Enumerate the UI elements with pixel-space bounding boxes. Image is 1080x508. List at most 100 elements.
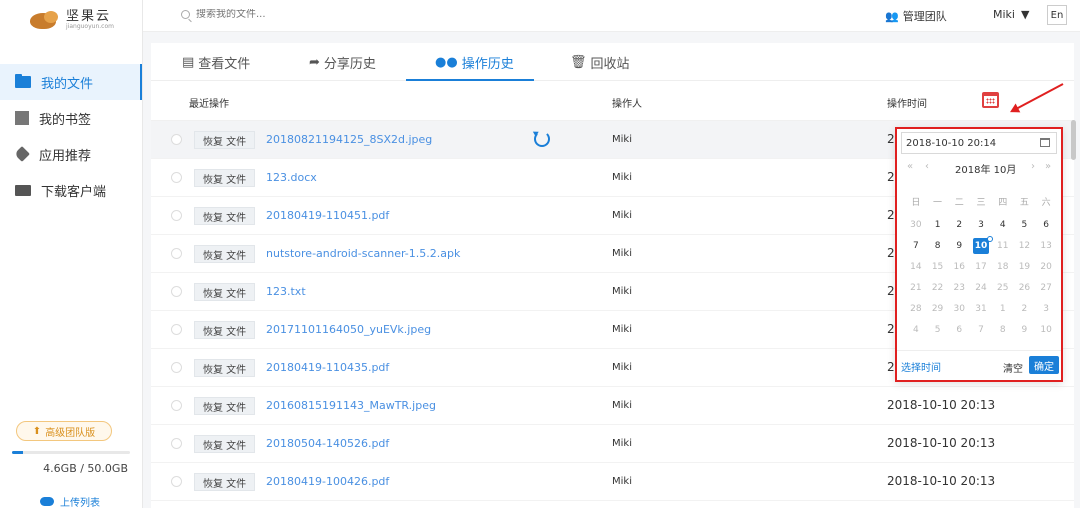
file-name-link[interactable]: 20180419-100426.pdf (266, 475, 389, 488)
day-cell: 25 (992, 280, 1014, 296)
day-number: 2 (1021, 304, 1028, 314)
user-menu[interactable]: Miki ▼ (993, 8, 1029, 21)
pro-badge-label: 高级团队版 (45, 427, 96, 439)
day-cell[interactable]: 1 (927, 217, 949, 233)
file-name-link[interactable]: 20160815191143_MawTR.jpeg (266, 399, 436, 412)
day-cell[interactable]: 5 (1014, 217, 1036, 233)
picker-header: « ‹ 2018年 10月 › » (897, 161, 1061, 177)
next-year-button[interactable]: » (1045, 161, 1051, 172)
day-number: 17 (975, 262, 987, 272)
row-select-radio[interactable] (171, 438, 182, 449)
sidebar-item-bookmarks[interactable]: 我的书签 (0, 100, 142, 136)
day-number: 11 (996, 241, 1009, 251)
search-input[interactable] (196, 9, 336, 20)
action-tag: 恢复 文件 (194, 359, 256, 377)
day-number: 9 (956, 241, 963, 251)
column-recent-action: 最近操作 (189, 99, 229, 110)
table-row[interactable]: 恢复 文件 20180419-100426.pdf Miki 2018-10-10 2… (151, 463, 1074, 501)
day-number: 10 (974, 241, 988, 251)
file-name-link[interactable]: 123.txt (266, 285, 306, 298)
manage-team-link[interactable]: 👥 管理团队 (885, 8, 947, 24)
action-tag: 恢复 文件 (194, 283, 256, 301)
pro-team-badge[interactable]: ⬆ 高级团队版 (16, 421, 112, 441)
tab-view-files[interactable]: ▤ 查看文件 (182, 43, 250, 81)
day-cell: 29 (927, 301, 949, 317)
day-number: 25 (996, 283, 1009, 293)
table-row[interactable]: 恢复 文件 20180504-140526.pdf Miki 2018-10-10 2… (151, 425, 1074, 463)
file-name-link[interactable]: 20180821194125_8SX2d.jpeg (266, 133, 432, 146)
row-select-radio[interactable] (171, 172, 182, 183)
operator-name: Miki (612, 400, 632, 411)
row-select-radio[interactable] (171, 324, 182, 335)
sidebar: 坚果云 jianguoyun.com 我的文件 我的书签 应用推荐 下载客户端 … (0, 0, 143, 508)
picker-month-title: 2018年 10月 (955, 165, 1017, 176)
day-cell: 26 (1014, 280, 1036, 296)
day-number: 24 (975, 283, 987, 293)
row-select-radio[interactable] (171, 134, 182, 145)
day-cell[interactable]: 8 (927, 238, 949, 254)
prev-year-button[interactable]: « (907, 161, 913, 172)
share-icon: ➦ (309, 54, 320, 70)
row-select-radio[interactable] (171, 362, 182, 373)
tab-operation-history[interactable]: ●● 操作历史 (435, 43, 514, 81)
team-icon: 👥 (885, 9, 899, 23)
row-select-radio[interactable] (171, 210, 182, 221)
tab-recycle-bin[interactable]: 🗑 回收站 (570, 43, 630, 81)
sidebar-nav: 我的文件 我的书签 应用推荐 下载客户端 (0, 64, 142, 208)
day-cell[interactable]: 7 (905, 238, 927, 254)
day-cell[interactable]: 2 (948, 217, 970, 233)
day-cell-selected[interactable]: 10 (970, 236, 993, 254)
confirm-button[interactable]: 确定 (1029, 356, 1059, 374)
row-select-radio[interactable] (171, 476, 182, 487)
day-number: 4 (912, 325, 919, 335)
history-icon: ●● (435, 54, 458, 70)
search-icon (181, 10, 190, 19)
file-name-link[interactable]: 123.docx (266, 171, 317, 184)
table-row[interactable]: 恢复 文件 20160815191143_MawTR.jpeg Miki 2018-1… (151, 387, 1074, 425)
prev-month-button[interactable]: ‹ (925, 161, 929, 172)
file-name-link[interactable]: 20180504-140526.pdf (266, 437, 389, 450)
tab-bar: ▤ 查看文件 ➦ 分享历史 ●● 操作历史 🗑 回收站 (151, 43, 1074, 81)
day-cell: 24 (970, 280, 992, 296)
file-name-link[interactable]: 20180419-110435.pdf (266, 361, 389, 374)
select-time-link[interactable]: 选择时间 (901, 359, 941, 374)
day-cell: 12 (1014, 238, 1036, 254)
restore-icon[interactable] (534, 131, 550, 147)
file-name-link[interactable]: 20180419-110451.pdf (266, 209, 389, 222)
date-time-input[interactable]: 2018-10-10 20:14 (901, 132, 1057, 154)
file-name-link[interactable]: nutstore-android-scanner-1.5.2.apk (266, 247, 460, 260)
sidebar-item-my-files[interactable]: 我的文件 (0, 64, 142, 100)
day-cell[interactable]: 3 (970, 217, 992, 233)
operator-name: Miki (612, 286, 632, 297)
day-cell[interactable]: 4 (992, 217, 1014, 233)
logo[interactable]: 坚果云 jianguoyun.com (0, 0, 142, 40)
column-operation-time: 操作时间 (887, 99, 927, 110)
upload-list-label: 上传列表 (60, 498, 100, 508)
upgrade-icon: ⬆ (32, 425, 42, 437)
day-number: 31 (975, 304, 987, 314)
operation-time: 2018-10-10 20:13 (887, 398, 996, 412)
operator-name: Miki (612, 324, 632, 335)
calendar-icon[interactable] (982, 92, 999, 108)
day-number: 8 (934, 241, 941, 251)
action-tag: 恢复 文件 (194, 169, 256, 187)
file-name-link[interactable]: 20171101164050_yuEVk.jpeg (266, 323, 431, 336)
day-cell[interactable]: 6 (1035, 217, 1057, 233)
language-button[interactable]: En (1047, 5, 1067, 25)
scrollbar[interactable] (1071, 120, 1076, 160)
upload-list-button[interactable]: 上传列表 (40, 494, 100, 508)
tab-label: 查看文件 (198, 56, 251, 72)
next-month-button[interactable]: › (1031, 161, 1035, 172)
user-name: Miki (993, 8, 1015, 21)
storage-usage: 4.6GB / 50.0GB (43, 462, 128, 475)
monitor-icon (15, 184, 31, 196)
clear-button[interactable]: 清空 (1003, 360, 1023, 375)
tab-share-history[interactable]: ➦ 分享历史 (309, 43, 376, 81)
sidebar-item-apps[interactable]: 应用推荐 (0, 136, 142, 172)
row-select-radio[interactable] (171, 286, 182, 297)
sidebar-item-download-client[interactable]: 下载客户端 (0, 172, 142, 208)
day-cell[interactable]: 9 (948, 238, 970, 254)
row-select-radio[interactable] (171, 400, 182, 411)
action-tag: 恢复 文件 (194, 473, 256, 491)
row-select-radio[interactable] (171, 248, 182, 259)
